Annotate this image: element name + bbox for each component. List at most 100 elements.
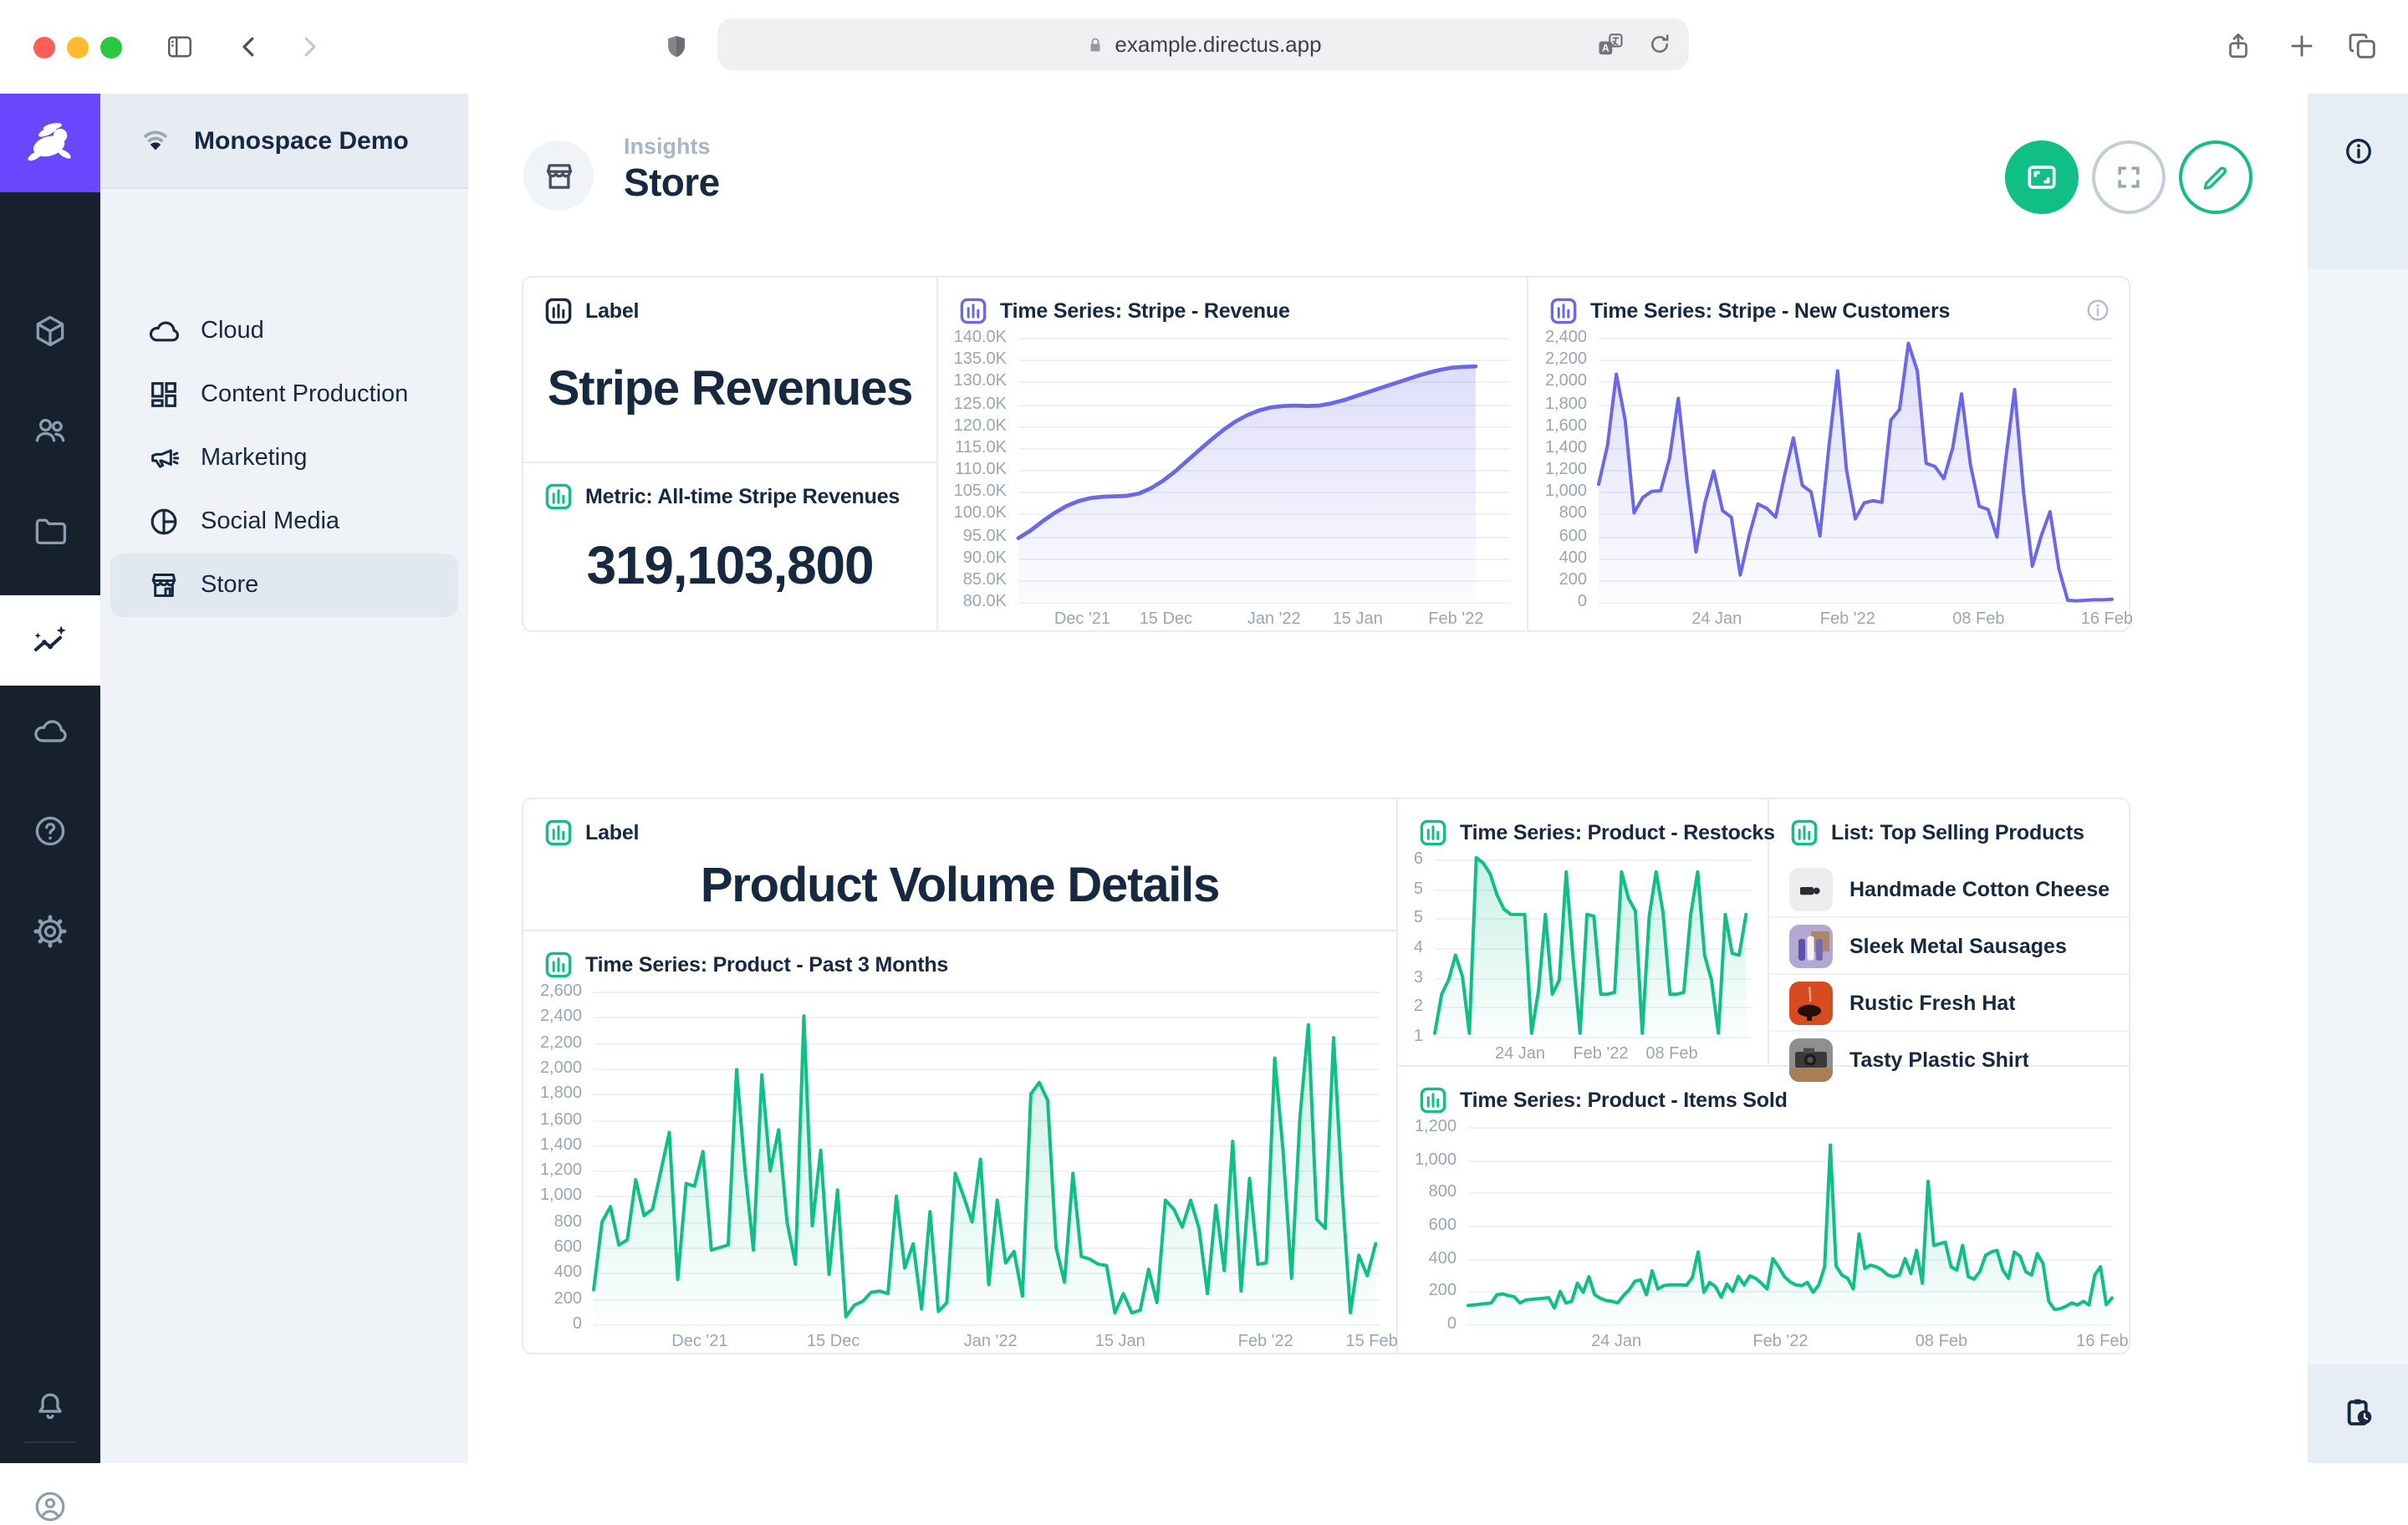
svg-text:A: A bbox=[1602, 42, 1610, 54]
sidebar-item-label: Content Production bbox=[201, 381, 408, 408]
close-window-button[interactable] bbox=[33, 36, 55, 58]
product-thumbnail bbox=[1789, 981, 1833, 1024]
label-text: Stripe Revenues bbox=[523, 324, 936, 462]
panel-icon bbox=[1550, 298, 1577, 324]
help-module-icon[interactable] bbox=[32, 813, 69, 849]
panel-top-selling-products[interactable]: List: Top Selling Products Handmade Cott… bbox=[1769, 799, 2129, 1067]
panel-label-stripe-revenues[interactable]: Label Stripe Revenues bbox=[523, 278, 938, 463]
address-bar[interactable]: example.directus.app A bbox=[717, 18, 1689, 70]
navigation-sidebar: Monospace Demo Cloud Content Production … bbox=[100, 94, 470, 1463]
list-item[interactable]: Rustic Fresh Hat bbox=[1769, 973, 2129, 1030]
sidebar-toggle-icon[interactable] bbox=[164, 32, 196, 62]
sidebar-item-social-media[interactable]: Social Media bbox=[100, 490, 468, 553]
fullscreen-button[interactable] bbox=[2092, 140, 2166, 214]
insights-icon bbox=[30, 620, 70, 660]
panel-stripe-revenue-chart[interactable]: Time Series: Stripe - Revenue 140.0K135.… bbox=[938, 278, 1528, 630]
panel-header: Time Series: Product - Restocks bbox=[1460, 821, 1775, 844]
panel-icon bbox=[1420, 819, 1446, 846]
panel-items-sold-chart[interactable]: Time Series: Product - Items Sold 1,2001… bbox=[1398, 1067, 2129, 1353]
application-window: example.directus.app A bbox=[0, 0, 2408, 1463]
sidebar-item-label: Marketing bbox=[201, 445, 307, 472]
metric-value: 319,103,800 bbox=[523, 510, 936, 630]
panel-restocks-chart[interactable]: Time Series: Product - Restocks 6554321 … bbox=[1398, 799, 1769, 1067]
breadcrumb[interactable]: Insights bbox=[624, 134, 711, 159]
insights-module-active[interactable] bbox=[0, 595, 100, 686]
notifications-icon[interactable] bbox=[32, 1388, 69, 1425]
panel-header: List: Top Selling Products bbox=[1831, 821, 2084, 844]
list-item[interactable]: Sleek Metal Sausages bbox=[1769, 916, 2129, 973]
sidebar-item-cloud[interactable]: Cloud bbox=[100, 299, 468, 363]
restocks-chart: 6554321 24 JanFeb '2208 Feb bbox=[1408, 859, 1751, 1065]
past-3-months-chart: 2,6002,4002,2002,0001,8001,6001,4001,200… bbox=[533, 992, 1380, 1353]
panel-metric-stripe[interactable]: Metric: All-time Stripe Revenues 319,103… bbox=[523, 463, 938, 630]
activity-clipboard-icon[interactable] bbox=[2341, 1395, 2376, 1430]
project-switcher[interactable]: Monospace Demo bbox=[100, 94, 468, 189]
forward-button[interactable] bbox=[294, 32, 324, 62]
product-name: Rustic Fresh Hat bbox=[1849, 991, 2016, 1014]
edit-dashboard-button[interactable] bbox=[2179, 140, 2252, 214]
panel-header: Time Series: Product - Past 3 Months bbox=[585, 953, 948, 977]
dashboard-grid-icon bbox=[147, 378, 181, 411]
privacy-shield-icon[interactable] bbox=[662, 30, 691, 64]
panel-header: Label bbox=[585, 821, 639, 844]
slideshow-icon bbox=[2023, 159, 2060, 196]
back-button[interactable] bbox=[234, 32, 264, 62]
settings-module-icon[interactable] bbox=[32, 913, 69, 950]
panel-group-product: Label Product Volume Details Time Series… bbox=[522, 798, 2130, 1354]
rabbit-logo-icon bbox=[22, 115, 79, 171]
share-icon[interactable] bbox=[2222, 28, 2254, 64]
reload-icon[interactable] bbox=[1647, 32, 1672, 57]
new-tab-icon[interactable] bbox=[2286, 28, 2318, 64]
fullscreen-icon bbox=[2112, 161, 2145, 194]
minimize-window-button[interactable] bbox=[67, 36, 89, 58]
sidebar-item-content-production[interactable]: Content Production bbox=[100, 363, 468, 426]
project-status-icon bbox=[137, 122, 174, 159]
cloud-icon bbox=[147, 314, 181, 348]
tab-overview-icon[interactable] bbox=[2346, 28, 2380, 64]
panel-new-customers-chart[interactable]: Time Series: Stripe - New Customers 2,40… bbox=[1528, 278, 2129, 630]
panel-icon bbox=[545, 298, 572, 324]
info-sidebar-icon[interactable] bbox=[2343, 135, 2375, 167]
sidebar-item-store[interactable]: Store bbox=[100, 553, 468, 617]
label-text: Product Volume Details bbox=[523, 846, 1396, 930]
main-content: Insights Store Label Stripe Revenues Met… bbox=[468, 94, 2308, 1463]
panel-icon bbox=[545, 951, 572, 978]
megaphone-icon bbox=[147, 441, 181, 475]
product-thumbnail bbox=[1789, 867, 1833, 910]
url-text: example.directus.app bbox=[1115, 32, 1321, 57]
translate-icon[interactable]: A bbox=[1594, 29, 1627, 59]
browser-toolbar: example.directus.app A bbox=[0, 0, 2408, 95]
panel-past-3-months-chart[interactable]: Time Series: Product - Past 3 Months 2,6… bbox=[523, 931, 1398, 1353]
sidebar-item-marketing[interactable]: Marketing bbox=[100, 426, 468, 490]
panel-icon bbox=[545, 819, 572, 846]
module-bar bbox=[0, 94, 100, 1463]
right-sidebar-rail bbox=[2308, 94, 2408, 1463]
storefront-icon bbox=[147, 569, 181, 602]
zoom-window-button[interactable] bbox=[100, 36, 122, 58]
sidebar-item-label: Social Media bbox=[201, 508, 339, 535]
files-module-icon[interactable] bbox=[32, 513, 69, 550]
panel-header: Time Series: Stripe - New Customers bbox=[1590, 299, 1950, 323]
product-name: Sleek Metal Sausages bbox=[1849, 934, 2067, 957]
content-module-icon[interactable] bbox=[32, 313, 69, 349]
panel-label-product-volume[interactable]: Label Product Volume Details bbox=[523, 799, 1398, 931]
list-item[interactable]: Handmade Cotton Cheese bbox=[1769, 861, 2129, 916]
storefront-icon bbox=[541, 158, 576, 193]
panel-info-icon[interactable] bbox=[2085, 298, 2110, 323]
module-bar-divider bbox=[23, 1441, 77, 1443]
project-name: Monospace Demo bbox=[194, 126, 409, 155]
sidebar-item-label: Cloud bbox=[201, 318, 264, 344]
slideshow-button[interactable] bbox=[2005, 140, 2079, 214]
lock-icon bbox=[1084, 33, 1105, 56]
product-thumbnail bbox=[1789, 924, 1833, 967]
pie-chart-icon bbox=[147, 505, 181, 538]
product-name: Handmade Cotton Cheese bbox=[1849, 877, 2109, 900]
user-avatar[interactable] bbox=[32, 1488, 69, 1525]
new-customers-chart: 2,4002,2002,0001,8001,6001,4001,2001,000… bbox=[1538, 338, 2112, 630]
items-sold-chart: 1,2001,0008006004002000 24 JanFeb '2208 … bbox=[1408, 1127, 2112, 1353]
directus-logo[interactable] bbox=[0, 94, 100, 192]
users-module-icon[interactable] bbox=[32, 411, 69, 448]
cloud-module-icon[interactable] bbox=[32, 712, 69, 749]
panel-icon bbox=[1420, 1087, 1446, 1114]
right-rail-header bbox=[2308, 94, 2408, 269]
